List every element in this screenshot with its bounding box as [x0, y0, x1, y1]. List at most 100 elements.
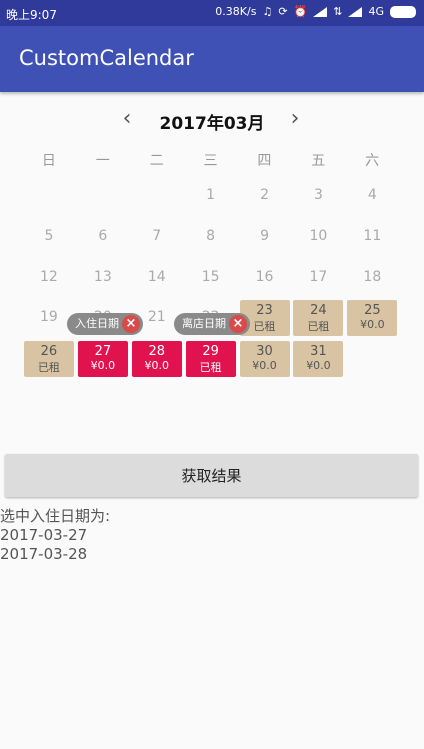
day-number: 30: [256, 344, 273, 360]
day-number: 10: [309, 227, 328, 244]
day-number: 16: [255, 268, 274, 285]
calendar-day-cell[interactable]: 24 已租: [293, 300, 344, 337]
day-price-status: 已租: [199, 361, 222, 375]
result-heading: 选中入住日期为:: [0, 507, 111, 525]
calendar-grid: 1234567891011121314151617181920212223已租2…: [22, 176, 399, 380]
weekday-sat: 六: [365, 153, 380, 169]
get-result-button[interactable]: 获取结果: [5, 454, 418, 497]
network-type: 4G: [368, 5, 384, 18]
checkout-tooltip-label: 离店日期: [182, 317, 226, 330]
calendar-day-cell[interactable]: 29 已租: [185, 341, 236, 378]
calendar-day-cell[interactable]: 15: [186, 260, 236, 296]
day-number: 18: [363, 268, 382, 285]
month-label: 2017年03月: [159, 114, 265, 134]
day-number: 24: [310, 303, 327, 319]
status-icons: 0.38K/s ♫ ⟳ ⏰ ⇅ 4G: [215, 5, 416, 19]
calendar-day-cell[interactable]: 30 ¥0.0: [239, 341, 290, 378]
day-number: 31: [310, 344, 327, 360]
day-number: 29: [202, 344, 219, 360]
data-transfer-icon: ⇅: [333, 5, 343, 18]
app-title: CustomCalendar: [19, 46, 194, 70]
day-number: 27: [94, 344, 112, 360]
day-number: 4: [367, 187, 377, 203]
day-price-status: ¥0.0: [252, 359, 277, 373]
calendar-day-cell[interactable]: 25 ¥0.0: [347, 300, 398, 337]
weekday-fri: 五: [311, 153, 326, 169]
network-speed: 0.38K/s: [215, 5, 257, 18]
calendar-day-cell[interactable]: 3: [293, 178, 343, 214]
calendar-day-cell[interactable]: 2: [240, 178, 290, 214]
day-number: 6: [98, 227, 108, 244]
weekday-sun: 日: [41, 153, 56, 169]
status-bar: 晚上9:07 0.38K/s ♫ ⟳ ⏰ ⇅ 4G: [0, 0, 424, 26]
headphones-icon: ♫: [262, 5, 273, 18]
day-number: 13: [93, 268, 112, 285]
calendar-week-row: 12 13 14 15 16 17 18: [22, 258, 399, 299]
calendar-day-cell[interactable]: 1: [186, 178, 236, 214]
calendar-day-cell[interactable]: 19: [24, 300, 74, 336]
signal-icon-2: [348, 7, 363, 17]
calendar-day-cell[interactable]: 11: [347, 219, 397, 255]
calendar-day-cell[interactable]: 4: [347, 178, 397, 214]
result-date-checkout: 2017-03-28: [0, 545, 88, 563]
day-price-status: ¥0.0: [306, 359, 331, 373]
checkin-tooltip: 入住日期 ×: [67, 313, 143, 335]
calendar-day-cell[interactable]: 17: [293, 260, 343, 296]
weekday-tue: 二: [149, 153, 164, 169]
calendar-day-cell[interactable]: 31 ¥0.0: [293, 341, 344, 378]
day-price-status: ¥0.0: [90, 359, 116, 373]
calendar-day-cell[interactable]: 12: [24, 260, 74, 296]
calendar-day-cell[interactable]: 9: [240, 219, 290, 255]
calendar-day-cell[interactable]: 14: [132, 260, 182, 296]
checkout-tooltip: 离店日期 ×: [174, 313, 250, 335]
day-number: 1: [206, 187, 216, 203]
battery-icon: [390, 6, 416, 18]
weekday-header: 日 一 二 三 四 五 六: [22, 150, 399, 170]
day-number: 15: [201, 268, 220, 285]
signal-icon: [313, 7, 328, 17]
day-number: 12: [40, 268, 58, 285]
checkin-tooltip-label: 入住日期: [75, 317, 119, 330]
calendar-day-cell[interactable]: 7: [132, 219, 182, 255]
next-month-chevron-icon[interactable]: ›: [286, 108, 304, 131]
calendar-day-cell[interactable]: 28 ¥0.0: [131, 341, 182, 378]
status-time: 晚上9:07: [6, 8, 57, 22]
calendar-week-row: 26 已租 27 ¥0.0 28 ¥0.0 29 已租 30 ¥0.0 31 ¥0.0: [22, 339, 399, 380]
calendar-day-cell[interactable]: 16: [240, 260, 290, 296]
day-price-status: ¥0.0: [360, 318, 385, 332]
calendar-day-cell[interactable]: 8: [186, 219, 236, 255]
calendar-day-cell[interactable]: 26 已租: [23, 341, 74, 378]
result-date-checkin: 2017-03-27: [0, 526, 88, 544]
day-number: 8: [206, 227, 216, 244]
calendar-day-cell[interactable]: 13: [78, 260, 128, 296]
alarm-icon: ⏰: [293, 5, 308, 18]
calendar-day-cell[interactable]: 10: [293, 219, 343, 255]
day-number: 5: [44, 227, 54, 244]
app-bar: CustomCalendar: [0, 26, 424, 92]
checkin-clear-close-icon[interactable]: ×: [122, 315, 140, 333]
weekday-mon: 一: [95, 153, 110, 169]
day-number: 9: [260, 227, 269, 244]
result-panel: 选中入住日期为: 2017-03-27 2017-03-28: [0, 506, 110, 563]
day-number: 28: [148, 344, 166, 360]
calendar-day-cell[interactable]: 6: [78, 219, 128, 255]
weekday-wed: 三: [203, 153, 218, 169]
weekday-thu: 四: [257, 153, 272, 169]
prev-month-chevron-icon[interactable]: ‹: [118, 108, 136, 131]
day-number: 11: [363, 227, 382, 244]
day-number: 2: [260, 187, 269, 203]
month-header: ‹ 2017年03月 ›: [0, 108, 424, 135]
day-price-status: 已租: [307, 320, 330, 334]
sync-icon: ⟳: [278, 5, 288, 18]
checkout-clear-close-icon[interactable]: ×: [229, 315, 247, 333]
day-number: 14: [147, 268, 166, 285]
calendar-day-cell[interactable]: 18: [347, 260, 397, 296]
day-number: 26: [40, 344, 58, 360]
calendar-week-row: 5 6 7 8 9 10 11: [22, 217, 399, 258]
calendar-day-cell[interactable]: 5: [24, 219, 74, 255]
day-number: 17: [309, 268, 328, 285]
calendar-day-cell[interactable]: 27 ¥0.0: [77, 341, 128, 378]
day-number: 7: [152, 227, 162, 244]
day-price-status: ¥0.0: [144, 359, 170, 373]
day-number: 25: [364, 303, 381, 319]
